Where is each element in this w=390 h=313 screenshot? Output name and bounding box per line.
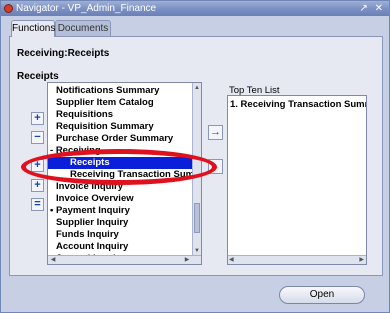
expand-all-button[interactable]: + bbox=[31, 179, 44, 192]
function-list-item-label: Payment Inquiry bbox=[55, 205, 130, 216]
top-ten-scroll-left-icon[interactable]: ◀ bbox=[229, 256, 234, 264]
function-list-item-label: Funds Inquiry bbox=[56, 229, 119, 240]
top-ten-list[interactable]: 1. Receiving Transaction Summary ◀ ▶ bbox=[227, 95, 367, 265]
navigator-window: Navigator - VP_Admin_Finance ↗ ✕ Functio… bbox=[0, 0, 390, 313]
function-list-item[interactable]: Notifications Summary bbox=[48, 85, 201, 97]
add-to-top-ten-button[interactable]: → bbox=[208, 125, 223, 140]
collapse-button[interactable]: − bbox=[31, 131, 44, 144]
top-ten-item[interactable]: 1. Receiving Transaction Summary bbox=[230, 99, 366, 110]
window-title: Navigator - VP_Admin_Finance bbox=[16, 3, 157, 14]
scroll-down-icon[interactable]: ▼ bbox=[193, 247, 201, 255]
function-list-item[interactable]: Supplier Item Catalog bbox=[48, 97, 201, 109]
open-button[interactable]: Open bbox=[279, 286, 365, 304]
expand-button[interactable]: + bbox=[31, 112, 44, 125]
function-list-item-label: Supplier Item Catalog bbox=[56, 97, 154, 108]
function-list-item[interactable]: Requisitions bbox=[48, 109, 201, 121]
scroll-up-icon[interactable]: ▲ bbox=[193, 84, 201, 92]
function-list-item[interactable]: • Payment Inquiry bbox=[48, 205, 196, 217]
title-bar[interactable]: Navigator - VP_Admin_Finance ↗ ✕ bbox=[1, 1, 389, 16]
function-list-item-label: Requisitions bbox=[56, 109, 114, 120]
tab-functions[interactable]: Functions bbox=[11, 20, 55, 37]
function-list-item-label: Account Inquiry bbox=[56, 241, 129, 252]
function-list-item-label: Supplier Inquiry bbox=[56, 217, 129, 228]
annotation-highlight-circle bbox=[21, 149, 217, 185]
function-list-item[interactable]: Invoice Overview bbox=[48, 193, 201, 205]
scroll-left-icon[interactable]: ◀ bbox=[49, 256, 57, 264]
function-list-item[interactable]: Purchase Order Summary bbox=[48, 133, 201, 145]
section-title: Receipts bbox=[17, 71, 59, 82]
top-ten-scroll-right-icon[interactable]: ▶ bbox=[359, 256, 364, 264]
window-controls[interactable]: ↗ ✕ bbox=[359, 1, 385, 16]
oracle-app-icon bbox=[4, 4, 13, 13]
scroll-thumb[interactable] bbox=[194, 203, 200, 233]
top-ten-horizontal-scrollbar[interactable]: ◀ ▶ bbox=[228, 255, 366, 264]
collapse-all-button[interactable]: = bbox=[31, 198, 44, 211]
breadcrumb: Receiving:Receipts bbox=[17, 48, 110, 59]
function-list-item[interactable]: Account Inquiry bbox=[48, 241, 201, 253]
tab-documents[interactable]: Documents bbox=[55, 20, 111, 36]
function-list-item[interactable]: Requisition Summary bbox=[48, 121, 201, 133]
function-list-horizontal-scrollbar[interactable]: ◀ ▶ bbox=[48, 255, 201, 264]
function-list-item[interactable]: Funds Inquiry bbox=[48, 229, 201, 241]
function-list-item-label: Invoice Overview bbox=[56, 193, 134, 204]
function-list-item-label: Notifications Summary bbox=[56, 85, 160, 96]
function-list-item[interactable]: Supplier Inquiry bbox=[48, 217, 201, 229]
scroll-right-icon[interactable]: ▶ bbox=[183, 256, 191, 264]
function-list-item-label: Purchase Order Summary bbox=[56, 133, 174, 144]
function-list-item-label: Requisition Summary bbox=[56, 121, 154, 132]
